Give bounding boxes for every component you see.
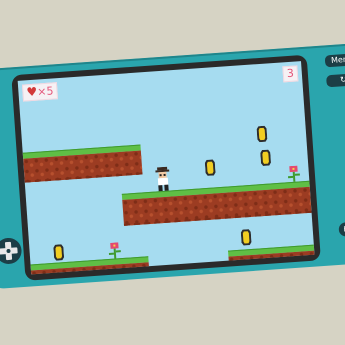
lives-count: ×5 (36, 84, 54, 99)
player-sprite (155, 166, 170, 192)
coin-icon (53, 244, 65, 261)
coin-icon (240, 229, 252, 246)
reload-icon[interactable]: ↻ (326, 73, 345, 88)
screen-bezel: ♥×5 3 (11, 54, 321, 281)
platform-ground-right (228, 244, 315, 269)
level-indicator: 3 (282, 65, 299, 83)
lives-counter: ♥×5 (21, 82, 59, 102)
dpad-cross-icon (0, 241, 18, 261)
b-button[interactable]: B (338, 221, 345, 237)
platform-middle-right (121, 180, 312, 226)
flower-icon (287, 165, 300, 182)
dpad-icon[interactable] (0, 237, 23, 265)
flower-icon (108, 242, 121, 259)
platform-upper-left (22, 144, 143, 183)
platform-ground-left (30, 256, 150, 275)
game-screen[interactable]: ♥×5 3 (17, 61, 315, 275)
coin-icon (204, 159, 216, 176)
coin-icon (260, 149, 271, 166)
handheld-device: ♥×5 3 Menu ↻ (0, 42, 345, 290)
coin-icon (256, 125, 268, 143)
menu-button[interactable]: Menu (324, 53, 345, 68)
